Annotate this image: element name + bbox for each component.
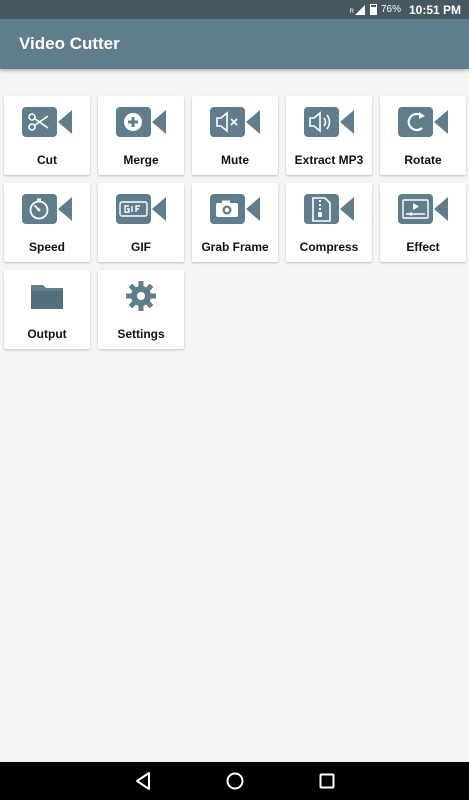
tool-label: Cut xyxy=(37,153,57,167)
stopwatch-icon xyxy=(22,194,72,224)
tool-gif[interactable]: GIF xyxy=(98,183,184,262)
app-title: Video Cutter xyxy=(19,34,120,53)
tool-label: Grab Frame xyxy=(201,240,269,254)
battery-icon xyxy=(369,4,377,15)
effect-icon xyxy=(398,194,448,224)
zip-icon xyxy=(304,194,354,224)
tool-label: Speed xyxy=(28,240,65,254)
plus-icon xyxy=(116,107,166,137)
tool-label: Merge xyxy=(123,153,159,167)
tool-label: Settings xyxy=(117,327,165,341)
speaker-icon xyxy=(304,107,354,137)
tool-merge[interactable]: Merge xyxy=(98,96,184,175)
home-circle-icon xyxy=(226,772,243,790)
tool-rotate[interactable]: Rotate xyxy=(380,96,466,175)
app-bar: Video Cutter xyxy=(0,19,469,69)
battery-percent: 76% xyxy=(380,4,401,15)
back-button[interactable] xyxy=(130,768,156,794)
tool-label: GIF xyxy=(131,240,151,254)
folder-icon xyxy=(31,285,63,309)
back-triangle-icon xyxy=(135,772,150,790)
tool-compress[interactable]: Compress xyxy=(286,183,372,262)
tool-cut[interactable]: Cut xyxy=(4,96,90,175)
status-bar: R 76% 10:51 PM xyxy=(0,0,469,19)
recents-button[interactable] xyxy=(314,768,340,794)
tool-label: Compress xyxy=(299,240,359,254)
tool-settings[interactable]: Settings xyxy=(98,270,184,349)
tool-label: Output xyxy=(27,327,67,341)
tool-extract-mp3[interactable]: Extract MP3 xyxy=(286,96,372,175)
home-button[interactable] xyxy=(222,768,248,794)
tool-speed[interactable]: Speed xyxy=(4,183,90,262)
clock: 10:51 PM xyxy=(408,2,461,17)
tool-label: Rotate xyxy=(404,153,442,167)
tool-mute[interactable]: Mute xyxy=(192,96,278,175)
camera-icon xyxy=(210,194,260,224)
rotate-icon xyxy=(398,107,448,137)
navigation-bar xyxy=(0,762,469,800)
recents-square-icon xyxy=(319,773,334,789)
gif-icon xyxy=(116,194,166,224)
gear-icon xyxy=(126,281,156,311)
tool-output[interactable]: Output xyxy=(4,270,90,349)
mute-icon xyxy=(210,107,260,137)
roaming-label: R xyxy=(349,8,354,15)
signal-indicator: R xyxy=(349,4,365,15)
tool-label: Extract MP3 xyxy=(294,153,364,167)
tool-label: Effect xyxy=(406,240,440,254)
tool-effect[interactable]: Effect xyxy=(380,183,466,262)
tool-grab-frame[interactable]: Grab Frame xyxy=(192,183,278,262)
battery-indicator: 76% xyxy=(369,4,401,15)
scissors-icon xyxy=(22,107,72,137)
tool-label: Mute xyxy=(221,153,249,167)
signal-icon xyxy=(354,4,365,15)
